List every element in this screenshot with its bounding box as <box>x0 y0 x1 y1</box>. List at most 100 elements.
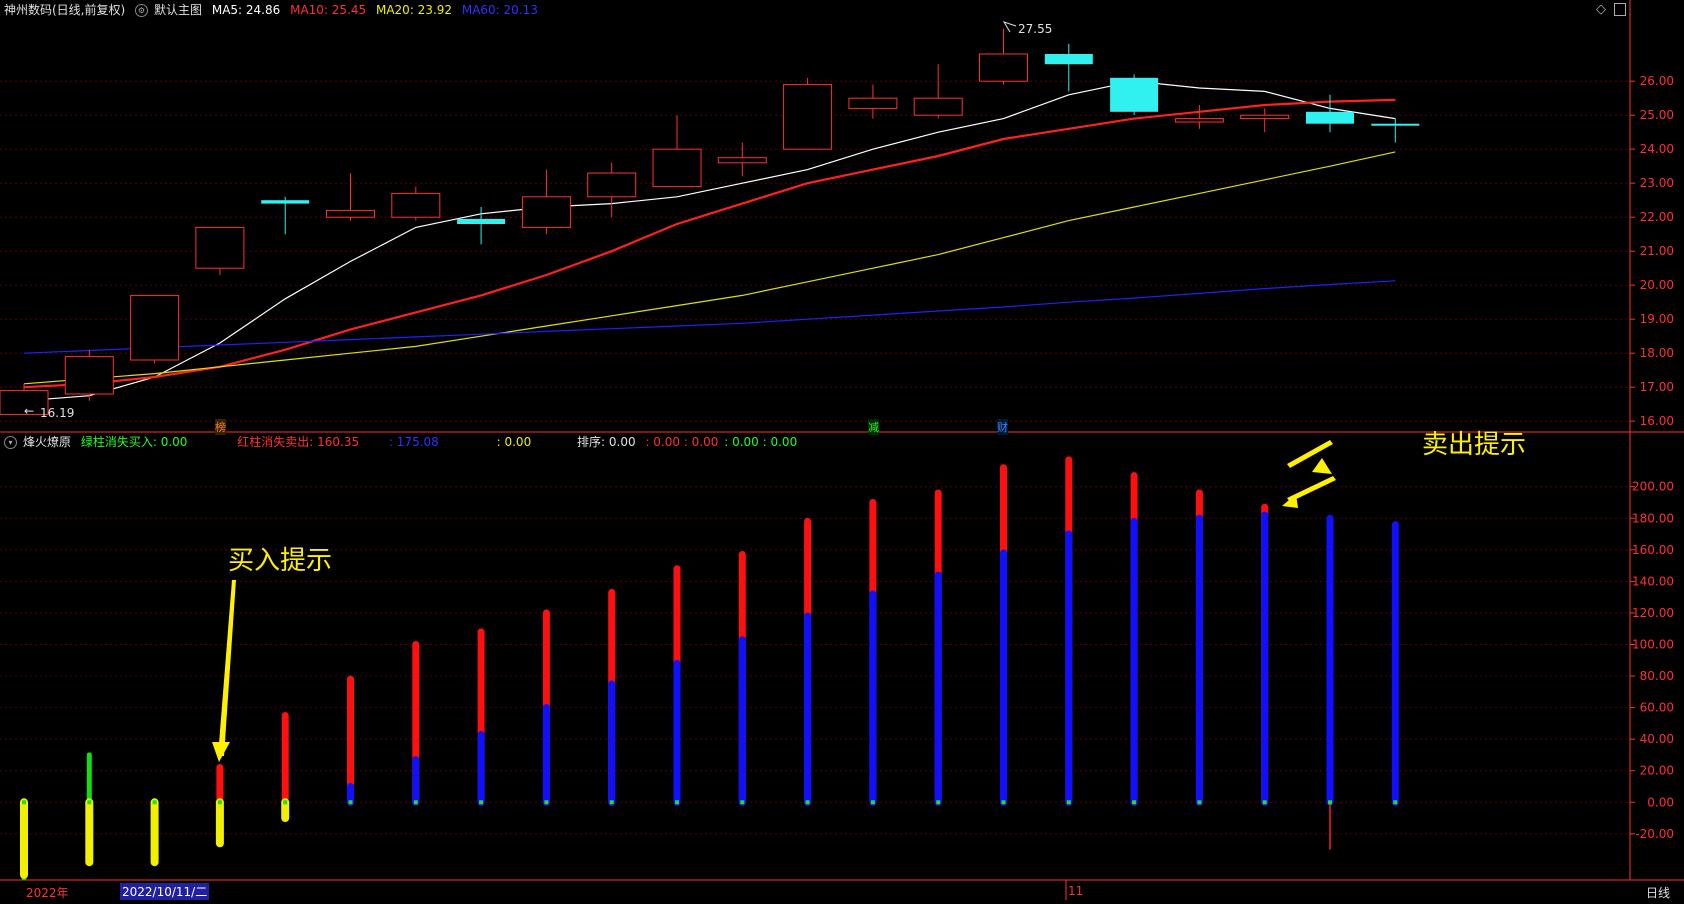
indicator-ytick-label: 80.00 <box>1640 669 1674 683</box>
sell-arrow-top-head <box>1312 458 1332 474</box>
candle-body <box>521 196 571 228</box>
indicator-name[interactable]: 烽火燎原 <box>23 435 71 449</box>
candle-body <box>587 172 637 198</box>
candle-body <box>1240 114 1290 120</box>
zero-dot <box>22 800 26 805</box>
sell-arrow-top <box>1287 440 1333 468</box>
zero-dot <box>283 800 288 805</box>
low-arrow-icon: ← <box>24 404 35 418</box>
indicator-ytick-label: -20.00 <box>1635 827 1674 841</box>
ma10-label: MA10: 25.45 <box>290 3 367 17</box>
event-marker-2[interactable]: 减 <box>868 419 879 435</box>
sell-arrow-bottom-head <box>1282 494 1298 508</box>
candle-body <box>261 200 310 204</box>
ma20-label: MA20: 23.92 <box>375 3 453 17</box>
candle-body <box>783 84 833 150</box>
candle-body <box>848 97 898 109</box>
candle-body <box>64 356 114 395</box>
zero-dot <box>152 800 157 805</box>
footer-year: 2022年 <box>26 886 69 900</box>
candle-body <box>979 53 1028 82</box>
ma60-line <box>23 280 1396 354</box>
main-ytick-label: 17.00 <box>1640 380 1674 394</box>
zero-dot <box>1262 800 1267 805</box>
zero-dot <box>870 800 875 805</box>
zero-dot <box>740 800 745 805</box>
buy-arrow-head <box>212 742 230 762</box>
zero-dot <box>1197 800 1202 805</box>
zero-dot <box>675 800 679 805</box>
zero-dot <box>413 800 418 805</box>
window-icon[interactable] <box>1614 3 1626 16</box>
indicator-ytick-label: 20.00 <box>1640 764 1674 778</box>
zero-dot <box>1066 800 1071 805</box>
indicator-header: ▾ 烽火燎原 绿柱消失买入: 0.00 红柱消失卖出: 160.35 : 175.… <box>0 432 803 452</box>
event-marker-3[interactable]: 财 <box>997 419 1008 435</box>
yellow-bar-label: : 0.00 <box>496 435 532 449</box>
event-marker-1[interactable]: 榜 <box>215 419 226 435</box>
main-ytick-label: 24.00 <box>1640 142 1674 156</box>
sell-annotation: 卖出提示 <box>1422 430 1527 460</box>
buy-arrow-shaft <box>218 580 236 756</box>
footer-month: 11 <box>1068 884 1084 898</box>
zero-dot <box>805 800 810 805</box>
main-ytick-label: 20.00 <box>1640 278 1674 292</box>
blue-bar-label: : 175.08 <box>388 435 439 449</box>
candle-body <box>717 157 767 164</box>
collapse-icon[interactable]: ▾ <box>4 436 17 449</box>
footer-date[interactable]: 2022/10/11/二 <box>120 883 210 900</box>
chart-stage: 16.00 17.00 18.00 19.00 20.00 21.00 22.00 23.00… <box>0 0 1684 900</box>
main-ytick-label: 19.00 <box>1640 312 1674 326</box>
indicator-ytick-label: 120.00 <box>1632 606 1674 620</box>
candle-body <box>652 148 702 188</box>
indicator-ytick-label: 140.00 <box>1632 574 1674 588</box>
indicator-ytick-label: 100.00 <box>1632 637 1674 651</box>
zero-dot <box>87 800 92 805</box>
main-ytick-label: 18.00 <box>1640 346 1674 360</box>
period-label[interactable]: 日线 <box>1646 884 1670 901</box>
main-ytick-label: 26.00 <box>1640 74 1674 88</box>
candle-body <box>1174 118 1224 123</box>
stock-name[interactable]: 神州数码(日线,前复权) <box>0 3 125 17</box>
diamond-icon[interactable]: ◇ <box>1596 2 1606 17</box>
candle-body <box>457 218 506 224</box>
zero-dot <box>1328 800 1332 805</box>
indicator-ytick-label: 60.00 <box>1640 701 1674 715</box>
buy-annotation: 买入提示 <box>228 546 333 576</box>
green-zeros: : 0.00 : 0.00 <box>724 435 798 449</box>
main-chart-label[interactable]: 默认主图 <box>154 3 202 17</box>
main-chart-header: 神州数码(日线,前复权) ⚙ 默认主图 MA5: 24.86 MA10: 25.4… <box>0 0 544 20</box>
indicator-ytick-label: 200.00 <box>1632 480 1674 494</box>
indicator-ytick-label: 160.00 <box>1632 543 1674 557</box>
zero-dot <box>936 800 941 805</box>
high-price-label: 27.55 <box>1018 22 1053 36</box>
indicator-ytick-label: 0.00 <box>1647 795 1674 809</box>
candle-body <box>1371 123 1420 126</box>
indicator-ytick-label: 40.00 <box>1640 732 1674 746</box>
candle-body <box>1306 111 1354 124</box>
main-ytick-label: 21.00 <box>1640 244 1674 258</box>
main-ytick-label: 22.00 <box>1640 210 1674 224</box>
candle-body <box>195 226 245 269</box>
ma5-label: MA5: 24.86 <box>211 3 281 17</box>
gear-icon[interactable]: ⚙ <box>135 4 149 17</box>
candle-body <box>130 294 180 361</box>
main-ytick-label: 25.00 <box>1640 108 1674 122</box>
red-bar-label: 红柱消失卖出: 160.35 <box>237 435 360 449</box>
candle-body <box>913 97 963 116</box>
candle-body <box>1110 77 1159 112</box>
zero-dot <box>544 800 549 805</box>
red-zeros: : 0.00 : 0.00 <box>645 435 719 449</box>
zero-dot <box>217 800 222 805</box>
zero-dot <box>1132 800 1137 805</box>
main-ytick-label: 23.00 <box>1640 176 1674 190</box>
zero-dot <box>348 800 353 805</box>
main-ytick-label: 16.00 <box>1640 414 1674 428</box>
candle-body <box>1044 54 1093 65</box>
high-price-pointer <box>1002 21 1017 33</box>
indicator-ytick-label: 180.00 <box>1632 511 1674 525</box>
zero-dot <box>1001 800 1006 805</box>
zero-dot <box>479 800 484 805</box>
zero-dot <box>1393 800 1398 805</box>
low-price-label: 16.19 <box>40 406 75 420</box>
